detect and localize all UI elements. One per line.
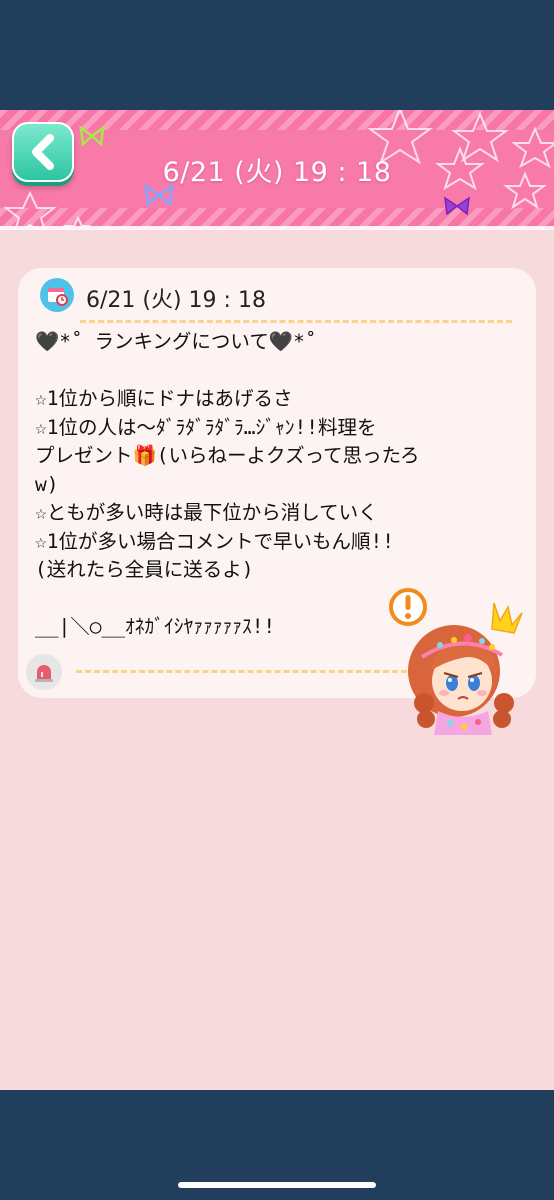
ribbon-decoration-icon bbox=[79, 125, 105, 147]
report-button[interactable] bbox=[26, 654, 62, 690]
post-date: 6/21 (火) 19 : 18 bbox=[86, 288, 266, 313]
ribbon-decoration-icon bbox=[444, 196, 470, 216]
message-line: ☆ともが多い時は最下位から消していく bbox=[35, 501, 378, 524]
avatar bbox=[389, 588, 523, 735]
message-line: ☆1位から順にドナはあげるさ bbox=[35, 387, 293, 410]
message-line: w) bbox=[35, 472, 59, 496]
status-bar-area bbox=[0, 0, 554, 110]
exclamation-icon bbox=[389, 588, 427, 626]
message-line: 🖤*˚ ランキングについて🖤*˚ bbox=[35, 330, 317, 353]
divider bbox=[76, 670, 416, 673]
calendar-icon bbox=[40, 278, 74, 312]
star-decoration-icon bbox=[3, 190, 90, 230]
message-line: ☆1位が多い場合コメントで早いもん順!! bbox=[35, 529, 394, 553]
header-bottom-edge bbox=[0, 226, 554, 230]
message-line: プレゼント🎁(いらねーよクズって思ったろ bbox=[35, 444, 420, 467]
home-indicator[interactable] bbox=[178, 1182, 376, 1188]
page-title: 6/21 (火) 19 : 18 bbox=[162, 157, 392, 188]
siren-icon bbox=[35, 665, 53, 682]
divider bbox=[80, 320, 512, 323]
message-line: (送れたら全員に送るよ) bbox=[35, 558, 254, 581]
message-line: __|＼○__ｵﾈｶﾞｲｼﾔｧｧｧｧｧｽ!! bbox=[35, 615, 276, 638]
message-line: ☆1位の人は〜ﾀﾞﾗﾀﾞﾗﾀﾞﾗ…ｼﾞｬﾝ!!料理を bbox=[35, 415, 377, 439]
